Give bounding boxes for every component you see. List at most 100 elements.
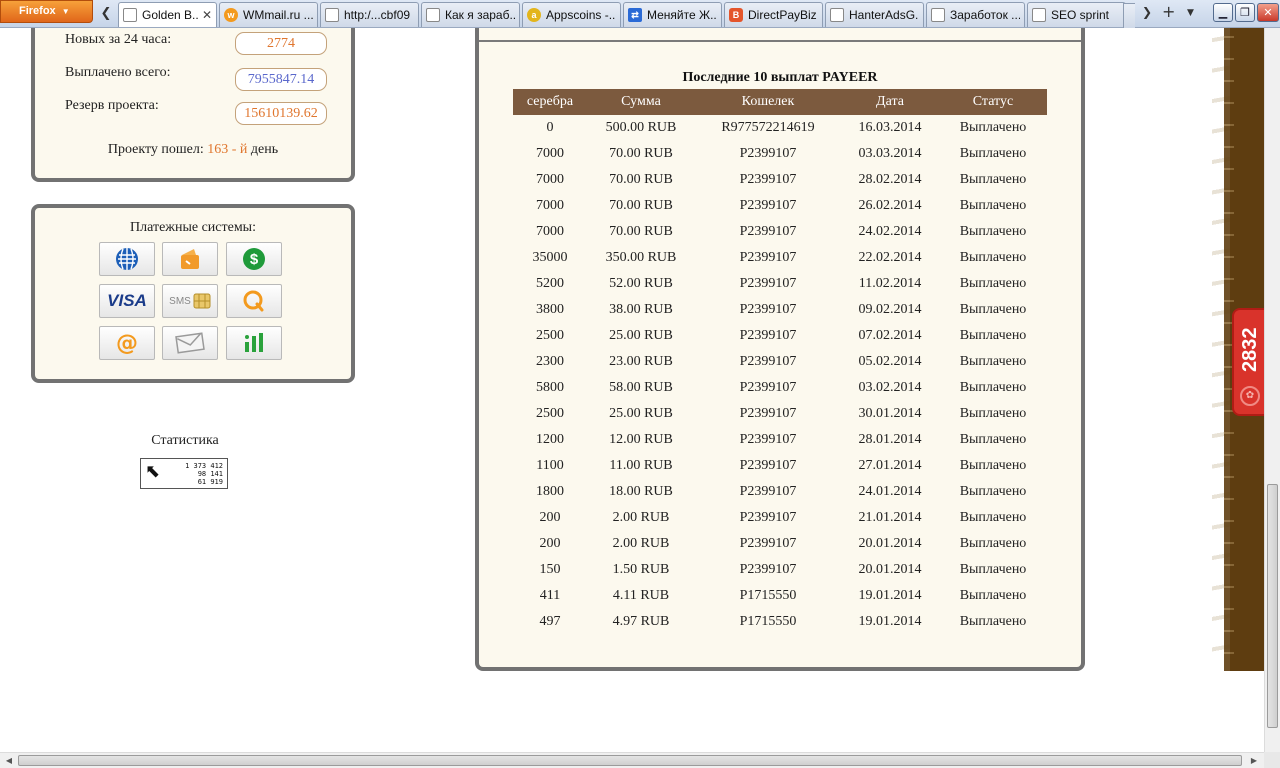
scroll-left-arrow-icon[interactable]: ◀ — [1, 754, 17, 768]
cell-status: Выплачено — [959, 224, 1027, 239]
project-age-value: 163 - й — [207, 142, 248, 157]
tab-title: Заработок ... — [950, 8, 1020, 22]
yandex-money-button[interactable] — [162, 242, 218, 276]
visa-button[interactable]: VISA — [99, 284, 155, 318]
minimize-button[interactable]: ▁ — [1213, 3, 1233, 22]
payment-systems-title: Платежные системы: — [130, 220, 256, 235]
cell-amount: 25.00 RUB — [609, 328, 673, 343]
email-payment-button[interactable] — [162, 326, 218, 360]
cell-wallet: P1715550 — [739, 588, 797, 603]
cell-date: 07.02.2014 — [858, 328, 922, 343]
badge-count: 2832 — [1239, 327, 1261, 373]
cell-silver: 3800 — [536, 302, 564, 317]
tab-overflow[interactable] — [1123, 3, 1135, 28]
close-tab-icon[interactable]: ✕ — [202, 8, 212, 22]
table-row: 7000 70.00 RUB P2399107 28.02.2014 Выплачено — [513, 167, 1047, 193]
new-tab-button[interactable]: + — [1162, 2, 1175, 21]
cell-wallet: P2399107 — [739, 328, 797, 343]
browser-tab[interactable]: ⇄ Меняйте Ж... — [623, 2, 722, 27]
header-wallet: Кошелек — [695, 89, 841, 115]
tab-title: Golden B... — [142, 8, 199, 22]
scroll-right-arrow-icon[interactable]: ▶ — [1246, 754, 1262, 768]
blogger-icon: B — [729, 8, 743, 22]
cell-silver: 0 — [546, 120, 554, 135]
cell-wallet: P2399107 — [739, 276, 797, 291]
header-status: Статус — [939, 89, 1047, 115]
table-row: 497 4.97 RUB P1715550 19.01.2014 Выплачено — [513, 609, 1047, 635]
cell-silver: 200 — [539, 536, 561, 551]
cell-amount: 1.50 RUB — [612, 562, 670, 577]
browser-tab-strip: Firefox ▼ ❮ Golden B... ✕ w WMmail.ru ... htt… — [0, 0, 1280, 28]
blank-page-icon — [325, 8, 339, 22]
sim-chip-icon — [193, 293, 211, 309]
cell-wallet: P2399107 — [739, 224, 797, 239]
blank-page-icon — [830, 8, 844, 22]
cell-status: Выплачено — [959, 328, 1027, 343]
reserve-value: 15610139.62 — [235, 102, 327, 125]
bars-payment-button[interactable] — [226, 326, 282, 360]
cell-amount: 12.00 RUB — [609, 432, 673, 447]
table-row: 1100 11.00 RUB P2399107 27.01.2014 Выплачено — [513, 453, 1047, 479]
horizontal-scrollbar[interactable]: ◀ ▶ — [0, 752, 1264, 768]
browser-tab[interactable]: B DirectPayBiz — [724, 2, 823, 27]
tab-title: Как я зараб... — [445, 8, 515, 22]
cell-silver: 2300 — [536, 354, 564, 369]
vertical-scrollbar[interactable] — [1264, 28, 1280, 752]
stats-panel: Новых за 24 часа: 2774 Выплачено всего: … — [31, 28, 355, 182]
cell-silver: 7000 — [536, 224, 564, 239]
cell-amount: 52.00 RUB — [609, 276, 673, 291]
cell-date: 03.02.2014 — [858, 380, 922, 395]
payment-systems-panel: Платежные системы: $ VISA SMS @ — [31, 204, 355, 383]
statistics-counter[interactable]: ⬉ 1 373 412 98 141 61 919 — [140, 458, 228, 489]
browser-tab[interactable]: Golden B... ✕ — [118, 2, 217, 27]
arrow-up-left-icon: ⬉ — [145, 461, 161, 482]
cell-amount: 2.00 RUB — [612, 510, 670, 525]
cell-status: Выплачено — [959, 302, 1027, 317]
cell-status: Выплачено — [959, 562, 1027, 577]
tab-title: DirectPayBiz — [748, 8, 817, 22]
counter-line: 61 919 — [197, 478, 223, 486]
browser-tab[interactable]: http:/...cbf09 — [320, 2, 419, 27]
chevron-down-icon: ▼ — [61, 7, 70, 16]
cell-date: 16.03.2014 — [858, 120, 922, 135]
tab-scroll-left-button[interactable]: ❮ — [96, 4, 116, 24]
badge-emblem-icon: ✿ — [1240, 386, 1260, 406]
side-feedback-badge[interactable]: 2832 ✿ — [1232, 308, 1266, 416]
cell-silver: 7000 — [536, 172, 564, 187]
vertical-scroll-thumb[interactable] — [1267, 484, 1278, 728]
restore-button[interactable]: ❐ — [1235, 3, 1255, 22]
cell-silver: 7000 — [536, 198, 564, 213]
payouts-title: Последние 10 выплат PAYEER — [682, 70, 878, 85]
cell-status: Выплачено — [959, 146, 1027, 161]
sms-button[interactable]: SMS — [162, 284, 218, 318]
payouts-panel: Последние 10 выплат PAYEER серебра Сумма… — [475, 28, 1085, 671]
browser-tab[interactable]: w WMmail.ru ... — [219, 2, 318, 27]
horizontal-scroll-thumb[interactable] — [18, 755, 1242, 766]
browser-tab[interactable]: a Appscoins -... — [522, 2, 621, 27]
exchange-icon: ⇄ — [628, 8, 642, 22]
cell-wallet: P2399107 — [739, 198, 797, 213]
browser-tab[interactable]: Заработок ... — [926, 2, 1025, 27]
mail-at-icon: @ — [116, 330, 138, 356]
cell-silver: 497 — [539, 614, 561, 629]
tab-scroll-right-button[interactable]: ❯ — [1142, 5, 1152, 19]
cell-amount: 70.00 RUB — [609, 198, 673, 213]
browser-tab[interactable]: HanterAdsG... — [825, 2, 924, 27]
webmoney-button[interactable] — [99, 242, 155, 276]
table-row: 2500 25.00 RUB P2399107 30.01.2014 Выплачено — [513, 401, 1047, 427]
cell-status: Выплачено — [959, 614, 1027, 629]
tab-title: http:/...cbf09 — [344, 8, 411, 22]
browser-tab[interactable]: SEO sprint — [1027, 2, 1126, 27]
cell-date: 09.02.2014 — [858, 302, 922, 317]
cell-status: Выплачено — [959, 120, 1027, 135]
dollar-payment-button[interactable]: $ — [226, 242, 282, 276]
firefox-menu-button[interactable]: Firefox ▼ — [0, 0, 93, 23]
qiwi-button[interactable] — [226, 284, 282, 318]
all-tabs-button[interactable]: ▼ — [1187, 8, 1194, 18]
close-window-button[interactable]: ✕ — [1257, 3, 1279, 22]
cell-date: 24.01.2014 — [858, 484, 922, 499]
cell-wallet: P2399107 — [739, 562, 797, 577]
browser-tab[interactable]: Как я зараб... — [421, 2, 520, 27]
mail-money-button[interactable]: @ — [99, 326, 155, 360]
tab-title: WMmail.ru ... — [243, 8, 313, 22]
